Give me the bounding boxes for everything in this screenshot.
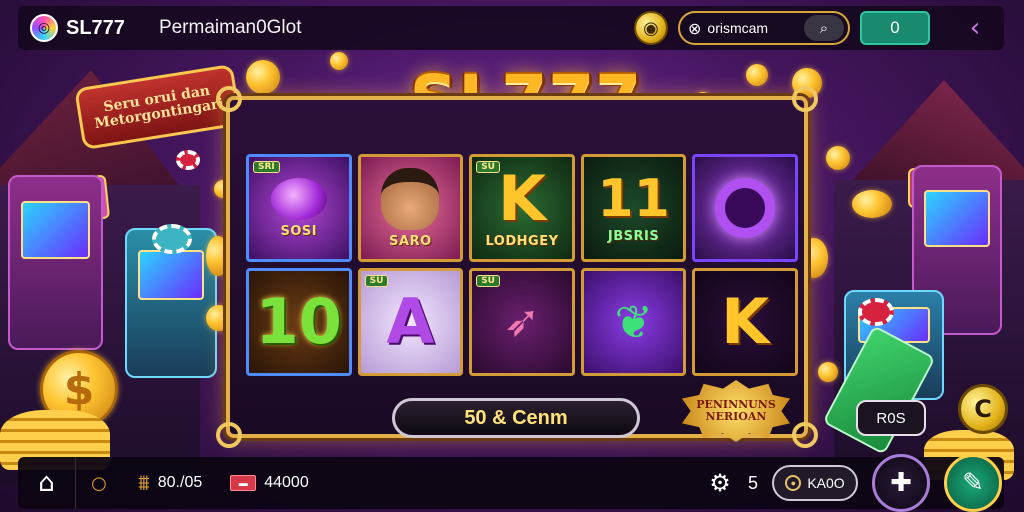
chat-icon[interactable]: ✎: [944, 454, 1002, 512]
reel-grid: SRI SOSI SARO SU K LODHGEY 11 JBSRIS 10 …: [246, 154, 798, 376]
card-icon: ▬: [230, 475, 257, 491]
stat-card: ▬ 44000: [230, 474, 309, 492]
bottom-pill-button[interactable]: ● KA0O: [772, 465, 858, 501]
coin-shop-icon[interactable]: C: [958, 384, 1008, 434]
home-icon[interactable]: ⌂: [18, 457, 76, 509]
coin-decoration: [852, 190, 892, 218]
top-bar: ◎ SL777 Permaiman0Glot ◉ ⊗ orismcam ⌕ 0 …: [18, 6, 1004, 50]
coin-decoration: [818, 362, 838, 382]
coin-decoration: [330, 52, 348, 70]
search-icon[interactable]: ⌕: [804, 15, 844, 41]
frame-ornament: [216, 422, 242, 448]
frame-ornament: [216, 86, 242, 112]
reel-cell[interactable]: SRI SOSI: [246, 154, 352, 262]
casino-chip: [152, 224, 192, 254]
symbol-k: K: [721, 285, 770, 358]
coin-button-icon[interactable]: ◉: [634, 11, 668, 45]
fish-icon: ➶: [503, 296, 541, 347]
shuffle-icon: ⊗: [688, 18, 702, 38]
username: orismcam: [707, 20, 769, 36]
target-ring-icon: [715, 178, 776, 238]
user-account-pill[interactable]: ⊗ orismcam ⌕: [678, 11, 850, 45]
cell-tag: SRI: [253, 161, 280, 173]
stat-card-value: 44000: [264, 474, 309, 491]
reel-cell[interactable]: SU ➶: [469, 268, 575, 376]
slot-machine-frame: SRI SOSI SARO SU K LODHGEY 11 JBSRIS 10 …: [216, 86, 818, 448]
cell-tag: SU: [476, 161, 500, 173]
symbol-k: K: [497, 161, 547, 235]
bank-icon: ⩩: [138, 470, 150, 495]
brand-logo-icon[interactable]: ◎: [30, 14, 58, 42]
cell-tag: SU: [364, 275, 389, 287]
brand-name[interactable]: SL777: [66, 17, 125, 40]
pin-icon: ●: [785, 475, 802, 491]
badge-line-2: NERIOAN: [705, 410, 767, 423]
reel-cell[interactable]: SU K LODHGEY: [469, 154, 575, 262]
coin-decoration: [826, 146, 850, 170]
leaf-icon: ❦: [614, 295, 653, 349]
reel-cell[interactable]: SARO: [357, 154, 464, 262]
bottom-right-controls: ⚙ 5 ● KA0O ✚ ✎: [702, 454, 1004, 512]
reel-cell[interactable]: K: [692, 268, 798, 376]
casino-chip: [176, 150, 200, 170]
cell-label: LODHGEY: [485, 233, 559, 249]
cell-label: SOSI: [280, 223, 318, 239]
stat-bank: ⩩ 80./05: [138, 470, 202, 496]
gear-icon[interactable]: ⚙: [702, 469, 738, 497]
reel-cell[interactable]: ❦: [580, 268, 687, 376]
chevron-left-icon[interactable]: ‹: [958, 11, 992, 45]
casino-chip: [858, 298, 894, 326]
cell-label: SARO: [389, 233, 432, 249]
coin-decoration: [746, 64, 768, 86]
search-icon[interactable]: ○: [76, 457, 122, 509]
frame-ornament: [792, 422, 818, 448]
symbol-10: 10: [255, 285, 342, 358]
count-value: 5: [747, 472, 758, 493]
symbol-a: A: [386, 285, 435, 358]
stat-bank-value: 80./05: [157, 474, 203, 491]
balance-display[interactable]: 0: [860, 11, 930, 45]
cell-label: JBSRIS: [607, 228, 660, 244]
character-portrait-icon: [381, 167, 440, 230]
mask-icon: [270, 177, 327, 220]
top-right-controls: ◉ ⊗ orismcam ⌕ 0 ‹: [634, 11, 992, 45]
side-action-button[interactable]: R0S: [856, 400, 926, 436]
bottom-bar: ⌂ ○ ⩩ 80./05 ▬ 44000 ⚙ 5 ● KA0O ✚ ✎: [18, 454, 1004, 512]
bet-display[interactable]: 50 & Cenm: [392, 398, 640, 438]
coin-decoration: [246, 60, 280, 94]
reel-cell[interactable]: 11 JBSRIS: [580, 154, 687, 262]
reel-cell[interactable]: [692, 154, 798, 262]
frame-ornament: [792, 86, 818, 112]
cell-tag: SU: [476, 275, 500, 287]
game-title: Permaiman0Glot: [158, 17, 302, 38]
reel-cell[interactable]: SU A: [357, 268, 464, 376]
pill-label: KA0O: [807, 475, 845, 491]
puzzle-icon[interactable]: ✚: [872, 454, 930, 512]
arcade-machine: [8, 175, 103, 350]
reel-cell[interactable]: 10: [246, 268, 352, 376]
symbol-11: 11: [597, 168, 670, 229]
